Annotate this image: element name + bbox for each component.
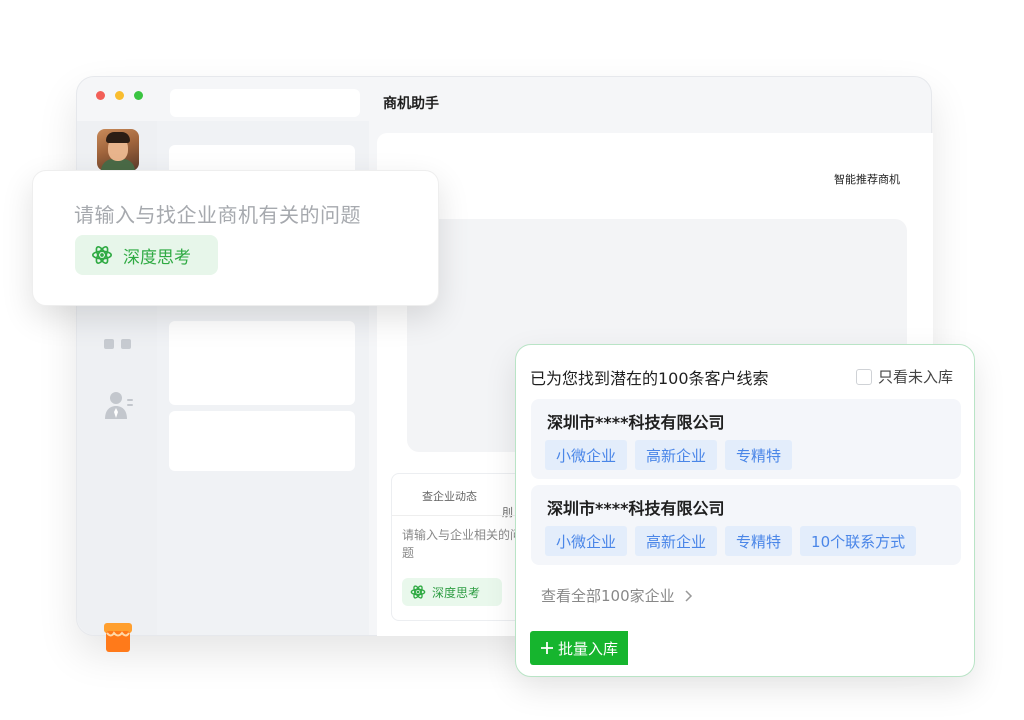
tab-partial[interactable]: 刖 [502,504,513,520]
company-tag: 高新企业 [635,526,718,556]
company-name: 深圳市****科技有限公司 [547,413,725,432]
plus-icon [540,642,553,654]
deep-think-toggle[interactable]: 深度思考 [75,235,218,275]
batch-store-label: 批量入库 [557,639,618,658]
deep-think-label: 深度思考 [432,585,481,600]
chevron-right-icon [685,589,692,602]
only-unstored-filter[interactable]: 只看未入库 [856,366,953,387]
team-icon[interactable] [103,339,133,351]
store-icon[interactable] [103,621,133,653]
results-title: 已为您找到潜在的100条客户线索 [530,369,769,388]
address-bar[interactable] [170,89,360,117]
results-card: 已为您找到潜在的100条客户线索 只看未入库 深圳市****科技有限公司 小微企… [515,344,975,677]
company-tag: 专精特 [725,440,793,470]
company-item[interactable]: 深圳市****科技有限公司 小微企业 高新企业 专精特 [531,399,961,479]
deep-think-label: 深度思考 [123,247,191,268]
close-window-button[interactable] [96,91,105,100]
company-tags: 小微企业 高新企业 专精特 [545,440,793,470]
company-item[interactable]: 深圳市****科技有限公司 小微企业 高新企业 专精特 10个联系方式 [531,485,961,565]
atom-icon [410,585,426,599]
list-item[interactable] [169,411,355,471]
unstored-label: 只看未入库 [878,368,954,386]
avatar[interactable] [97,129,139,171]
list-item[interactable] [169,345,355,405]
view-all-label: 查看全部100家企业 [541,587,675,605]
company-question-input[interactable]: 请输入与企业相关的问题 [402,526,530,562]
company-name: 深圳市****科技有限公司 [547,499,725,518]
deep-think-toggle-small[interactable]: 深度思考 [402,578,502,606]
question-input-card[interactable]: 请输入与找企业商机有关的问题 深度思考 [32,170,439,306]
atom-icon [92,246,112,264]
company-tag: 10个联系方式 [800,526,917,556]
company-tag: 高新企业 [635,440,718,470]
tab-company-dynamics[interactable]: 查企业动态 [422,488,477,504]
contact-person-icon[interactable] [103,389,135,421]
maximize-window-button[interactable] [134,91,143,100]
unstored-checkbox[interactable] [856,368,872,385]
minimize-window-button[interactable] [115,91,124,100]
question-input[interactable]: 请输入与找企业商机有关的问题 [74,199,361,228]
company-tag: 专精特 [725,526,793,556]
company-tag: 小微企业 [545,440,628,470]
view-all-link[interactable]: 查看全部100家企业 [541,585,693,606]
window-title: 商机助手 [383,96,439,112]
company-tags: 小微企业 高新企业 专精特 10个联系方式 [545,526,917,556]
recommend-label: 智能推荐商机 [834,173,900,186]
batch-store-button[interactable]: 批量入库 [530,631,628,665]
company-tag: 小微企业 [545,526,628,556]
